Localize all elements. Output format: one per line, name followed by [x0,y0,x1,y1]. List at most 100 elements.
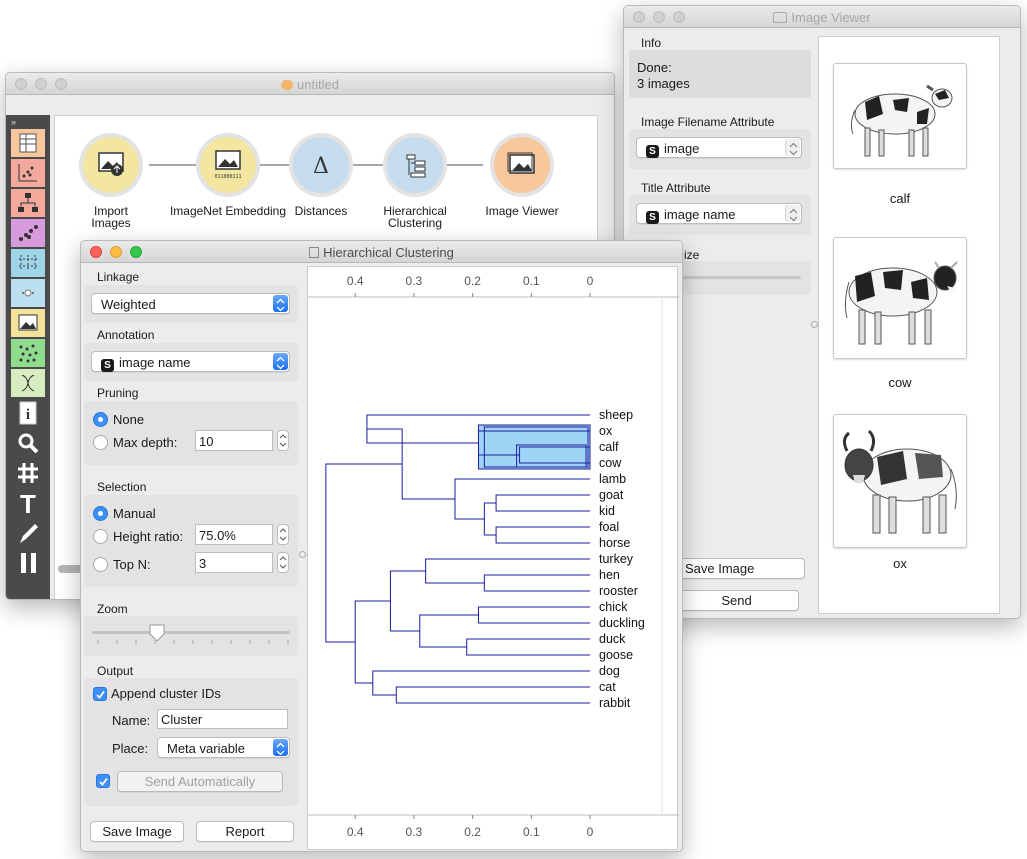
linkage-select[interactable]: Weighted [91,293,290,314]
dendrogram-branch [483,574,590,592]
leaf-label-rooster[interactable]: rooster [599,584,638,598]
image-grid[interactable]: calf cow ox [818,36,1000,614]
network-icon[interactable] [11,339,45,367]
node-import-images[interactable]: Import Images [76,137,146,229]
leaf-label-sheep[interactable]: sheep [599,408,633,422]
info-count: 3 images [637,76,690,91]
svg-text:Δ: Δ [313,154,329,179]
leaf-label-dog[interactable]: dog [599,664,620,678]
leaf-label-duckling[interactable]: duckling [599,616,645,630]
annotation-label: Annotation [97,328,155,342]
leaf-label-duck[interactable]: duck [599,632,626,646]
selection-manual-label: Manual [113,506,156,521]
axis-tick-label-top: 0.3 [406,274,423,288]
annotation-box: Simage name [84,343,298,381]
dendrogram-view[interactable]: 0.4 0.3 0.2 0.1 0 0.4 0.3 0.2 0.1 0 sheep ox calf c… [307,266,679,851]
leaf-label-rabbit[interactable]: rabbit [599,696,631,710]
dendrogram-branch [483,502,497,536]
dendrogram-branch [477,606,590,624]
grid-icon[interactable] [11,249,45,277]
leaf-label-hen[interactable]: hen [599,568,620,582]
leaf-label-goose[interactable]: goose [599,648,633,662]
node-distances[interactable]: Δ Distances [286,137,356,217]
filename-attribute-label: Image Filename Attribute [641,115,775,129]
leaf-label-cow[interactable]: cow [599,456,622,470]
selection-manual-radio[interactable] [93,506,108,521]
scatter-plot-icon[interactable] [11,159,45,187]
cluster-name-input[interactable]: Cluster [157,709,288,729]
leaf-label-horse[interactable]: horse [599,536,630,550]
zoom-slider-thumb[interactable] [149,624,165,642]
send-button[interactable]: Send [674,590,799,611]
output-box: Append cluster IDs Name: Cluster Place: … [84,678,298,806]
toolbox-expand-icon[interactable]: » [11,117,16,127]
send-automatically-button[interactable]: Send Automatically [117,771,283,792]
dendrogram-branch [419,614,479,648]
leaf-label-ox[interactable]: ox [599,424,613,438]
grid-hash-icon[interactable] [11,459,45,487]
leaf-label-calf[interactable]: calf [599,440,619,454]
data-table-icon[interactable] [11,129,45,157]
node-image-viewer[interactable]: Image Viewer [482,137,562,217]
node-hierarchical-clustering[interactable]: Hierarchical Clustering [380,137,450,229]
axis-tick-label-top: 0.1 [523,274,540,288]
send-automatically-checkbox[interactable] [96,774,110,788]
image-thumbnail-ox[interactable] [833,414,967,548]
zoom-icon[interactable] [11,429,45,457]
pruning-label: Pruning [97,386,139,400]
node-label: Image Viewer [485,204,559,218]
max-depth-input[interactable]: 10 [195,430,273,451]
image-icon[interactable] [11,309,45,337]
place-label: Place: [112,741,149,756]
pen-icon[interactable] [11,519,45,547]
dendrogram-plot[interactable]: 0.4 0.3 0.2 0.1 0 0.4 0.3 0.2 0.1 0 sheep ox calf c… [308,267,679,851]
save-image-button[interactable]: Save Image [674,558,805,579]
leaf-label-lamb[interactable]: lamb [599,472,626,486]
splitter-handle[interactable] [811,321,818,328]
image-caption: ox [893,556,907,571]
height-ratio-stepper[interactable] [277,524,289,545]
pruning-max-depth-radio[interactable] [93,435,108,450]
leaf-label-turkey[interactable]: turkey [599,552,634,566]
info-icon[interactable]: i [11,399,45,427]
node-imagenet-embedding[interactable]: 011000111 ImageNet Embedding [168,137,288,217]
selection-height-ratio-label: Height ratio: [113,529,184,544]
top-n-stepper[interactable] [277,552,289,573]
node-label: Hierarchical Clustering [383,204,447,230]
append-cluster-ids-label: Append cluster IDs [111,686,221,701]
text-icon[interactable]: T [11,489,45,519]
axis-tick-label-top: 0.2 [464,274,481,288]
selection-height-ratio-radio[interactable] [93,529,108,544]
dots-icon[interactable] [11,279,45,307]
toolbox: » i T [6,115,50,599]
append-cluster-ids-checkbox[interactable] [93,687,107,701]
dendrogram-branch [425,558,590,584]
image-thumbnail-cow[interactable] [833,237,967,359]
report-button[interactable]: Report [196,821,294,842]
leaf-label-cat[interactable]: cat [599,680,616,694]
pause-icon[interactable] [11,549,45,577]
splitter-handle[interactable] [299,551,306,558]
hierarchical-clustering-window: Hierarchical Clustering Linkage Weighted… [80,240,683,852]
scatter-icon[interactable] [11,219,45,247]
dna-icon[interactable] [11,369,45,397]
image-thumbnail-calf[interactable] [833,63,967,169]
place-select[interactable]: Meta variable [157,737,290,758]
save-image-button[interactable]: Save Image [90,821,184,842]
leaf-label-kid[interactable]: kid [599,504,615,518]
leaf-label-goat[interactable]: goat [599,488,624,502]
leaf-label-foal[interactable]: foal [599,520,619,534]
leaf-label-chick[interactable]: chick [599,600,628,614]
max-depth-stepper[interactable] [277,430,289,451]
title-attribute-select[interactable]: Simage name [636,203,802,224]
filename-attribute-select[interactable]: Simage [636,137,802,158]
pruning-none-radio[interactable] [93,412,108,427]
height-ratio-input[interactable]: 75.0% [195,524,273,545]
window-title: untitled [6,77,614,92]
tree-icon[interactable] [11,189,45,217]
chevron-updown-icon [785,139,800,156]
string-type-icon: S [646,145,659,158]
annotation-select[interactable]: Simage name [91,351,290,372]
top-n-input[interactable]: 3 [195,552,273,573]
selection-top-n-radio[interactable] [93,557,108,572]
